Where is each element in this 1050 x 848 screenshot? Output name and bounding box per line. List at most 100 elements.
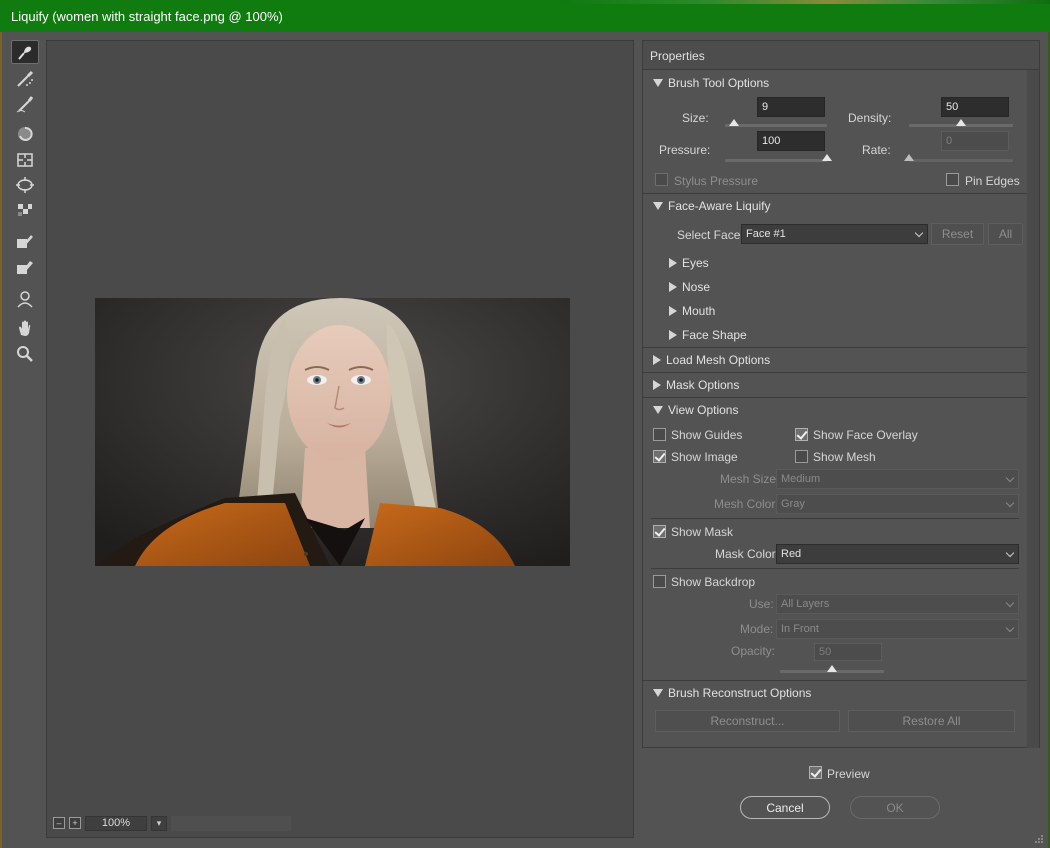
zoom-track — [171, 815, 291, 831]
density-slider-thumb[interactable] — [956, 119, 966, 126]
portrait-image[interactable] — [95, 298, 570, 566]
show-guides-label: Show Guides — [671, 428, 743, 442]
pressure-slider-thumb[interactable] — [822, 154, 832, 161]
window-title-bar[interactable]: Liquify (women with straight face.png @ … — [0, 0, 1050, 32]
pressure-slider[interactable] — [725, 154, 832, 162]
hand-tool-icon[interactable] — [11, 316, 39, 340]
zoom-in-button[interactable]: + — [69, 817, 81, 829]
reconstruct-tool-icon[interactable] — [11, 67, 39, 91]
mask-color-dropdown[interactable]: Red — [776, 544, 1019, 564]
forward-warp-tool-icon[interactable] — [11, 40, 39, 64]
mode-dropdown[interactable]: In Front — [776, 619, 1019, 639]
show-guides-checkbox[interactable] — [653, 428, 666, 441]
smooth-tool-icon[interactable] — [11, 92, 39, 116]
pucker-tool-icon[interactable] — [11, 148, 39, 172]
mask-options-header[interactable]: Mask Options — [653, 378, 739, 392]
stylus-pressure-checkbox[interactable] — [655, 173, 668, 186]
chevron-down-icon — [914, 228, 924, 238]
expand-triangle-icon — [669, 306, 677, 316]
zoom-tool-icon[interactable] — [11, 342, 39, 366]
mode-value: In Front — [781, 623, 819, 635]
show-image-checkbox[interactable] — [653, 450, 666, 463]
nose-subsection[interactable]: Nose — [669, 280, 710, 294]
view-options-header[interactable]: View Options — [653, 403, 738, 417]
show-mask-label: Show Mask — [671, 525, 734, 539]
divider — [643, 193, 1027, 194]
zoom-level-value: 100% — [101, 817, 131, 829]
zoom-level-field[interactable]: 100% — [85, 815, 147, 831]
reset-face-button[interactable]: Reset — [931, 223, 984, 245]
show-mask-checkbox[interactable] — [653, 525, 666, 538]
resize-grip-icon[interactable] — [1034, 834, 1044, 844]
brush-tool-options-header[interactable]: Brush Tool Options — [653, 76, 769, 90]
properties-panel: Properties Brush Tool Options Size: 9 De… — [642, 40, 1040, 748]
properties-title: Properties — [650, 49, 705, 63]
mesh-color-dropdown[interactable]: Gray — [776, 494, 1019, 514]
face-shape-subsection[interactable]: Face Shape — [669, 328, 747, 342]
load-mesh-options-header[interactable]: Load Mesh Options — [653, 353, 770, 367]
restore-all-button[interactable]: Restore All — [848, 710, 1015, 732]
pin-edges-checkbox[interactable] — [946, 173, 959, 186]
size-slider[interactable] — [725, 119, 827, 127]
opacity-slider[interactable] — [780, 665, 884, 673]
cancel-button[interactable]: Cancel — [740, 796, 830, 819]
face-tool-icon[interactable] — [11, 287, 39, 311]
mouth-subsection[interactable]: Mouth — [669, 304, 715, 318]
chevron-down-icon — [1005, 498, 1015, 508]
size-slider-thumb[interactable] — [729, 119, 740, 126]
select-face-value: Face #1 — [746, 228, 786, 240]
show-face-overlay-checkbox[interactable] — [795, 428, 808, 441]
density-field[interactable]: 50 — [941, 97, 1009, 117]
chevron-down-icon — [1005, 623, 1015, 633]
thaw-mask-tool-icon[interactable] — [11, 256, 39, 280]
zoom-dropdown-chevron-down-icon[interactable]: ▾ — [151, 815, 167, 831]
reset-all-faces-button[interactable]: All — [988, 223, 1023, 245]
use-dropdown[interactable]: All Layers — [776, 594, 1019, 614]
size-field[interactable]: 9 — [757, 97, 825, 117]
mesh-size-dropdown[interactable]: Medium — [776, 469, 1019, 489]
opacity-slider-thumb[interactable] — [827, 665, 837, 672]
rate-slider[interactable] — [904, 154, 1013, 162]
mode-label: Mode: — [740, 622, 774, 636]
twirl-tool-icon[interactable] — [11, 122, 39, 146]
show-backdrop-checkbox[interactable] — [653, 575, 666, 588]
collapse-triangle-icon — [653, 689, 663, 697]
face-aware-liquify-header[interactable]: Face-Aware Liquify — [653, 199, 771, 213]
collapse-triangle-icon — [653, 202, 663, 210]
reconstruct-button[interactable]: Reconstruct... — [655, 710, 840, 732]
freeze-mask-tool-icon[interactable] — [11, 230, 39, 254]
preview-checkbox[interactable] — [809, 766, 822, 779]
expand-triangle-icon — [669, 330, 677, 340]
show-mesh-checkbox[interactable] — [795, 450, 808, 463]
rate-field[interactable]: 0 — [941, 131, 1009, 151]
mask-color-value: Red — [781, 548, 802, 560]
preview-canvas[interactable]: – + 100% ▾ — [46, 40, 634, 838]
brush-reconstruct-options-header[interactable]: Brush Reconstruct Options — [653, 686, 811, 700]
zoom-out-button[interactable]: – — [53, 817, 65, 829]
show-backdrop-label: Show Backdrop — [671, 575, 756, 589]
select-face-dropdown[interactable]: Face #1 — [741, 224, 928, 244]
push-left-tool-icon[interactable] — [11, 198, 39, 222]
chevron-down-icon — [1005, 473, 1015, 483]
use-value: All Layers — [781, 598, 830, 610]
ok-button[interactable]: OK — [850, 796, 940, 819]
rate-slider-thumb[interactable] — [904, 154, 914, 161]
collapse-triangle-icon — [653, 79, 663, 87]
opacity-field[interactable]: 50 — [814, 643, 882, 661]
eyes-subsection[interactable]: Eyes — [669, 256, 709, 270]
reset-face-label: Reset — [941, 227, 974, 241]
bloat-tool-icon[interactable] — [11, 173, 39, 197]
divider — [643, 397, 1027, 398]
properties-scrollbar[interactable] — [1027, 70, 1039, 748]
density-value: 50 — [946, 101, 959, 113]
divider — [643, 372, 1027, 373]
collapse-triangle-icon — [653, 406, 663, 414]
density-slider[interactable] — [909, 119, 1013, 127]
mouth-label: Mouth — [682, 304, 716, 318]
pressure-field[interactable]: 100 — [757, 131, 825, 151]
brush-reconstruct-options-title: Brush Reconstruct Options — [668, 686, 812, 700]
expand-triangle-icon — [669, 282, 677, 292]
mask-color-label: Mask Color: — [715, 547, 780, 561]
size-value: 9 — [762, 101, 769, 113]
show-mesh-label: Show Mesh — [813, 450, 876, 464]
